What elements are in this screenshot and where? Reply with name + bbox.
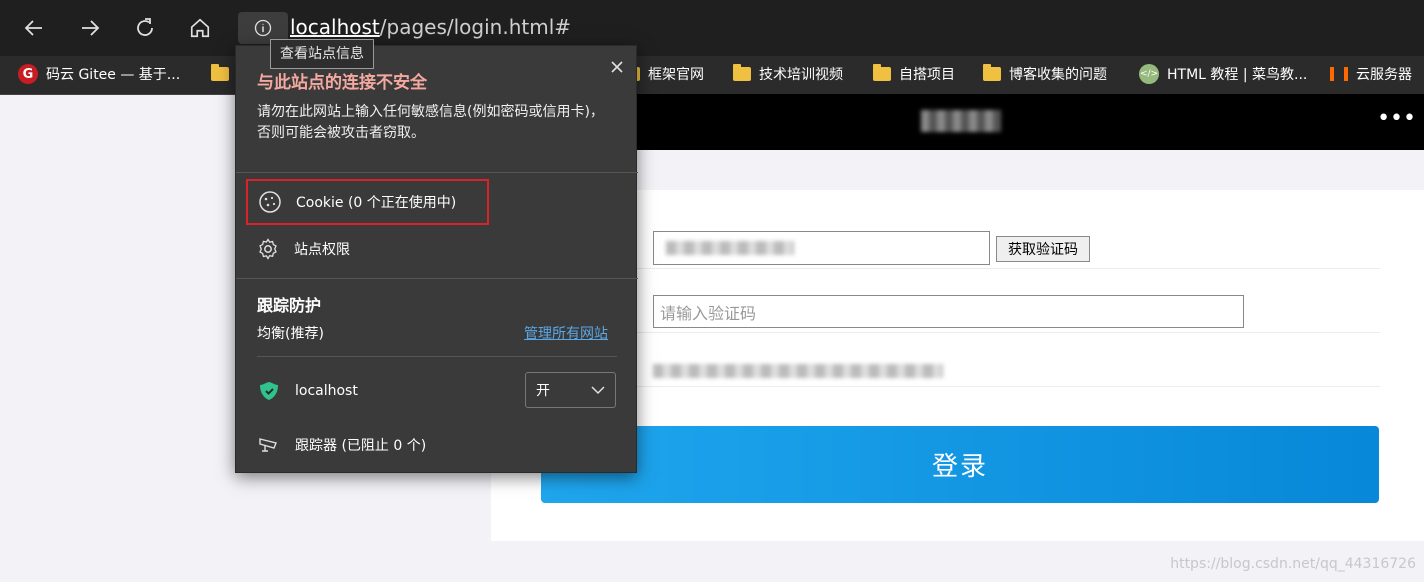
- divider: [236, 172, 638, 173]
- close-button[interactable]: [608, 58, 626, 76]
- trackers-label: 跟踪器 (已阻止 0 个): [295, 438, 427, 454]
- home-button[interactable]: [184, 12, 216, 44]
- url-path: /pages/login.html#: [379, 15, 572, 39]
- divider: [257, 356, 617, 357]
- site-name: localhost: [295, 383, 358, 399]
- divider: [236, 278, 638, 279]
- bookmark-label: 码云 Gitee — 基于...: [46, 67, 181, 83]
- bookmark-folder-blog[interactable]: 博客收集的问题: [983, 60, 1107, 88]
- site-permissions-item[interactable]: 站点权限: [246, 226, 489, 272]
- address-bar[interactable]: localhost/pages/login.html#: [290, 15, 571, 39]
- blurred-agreement-text: [653, 364, 943, 378]
- toggle-value: 开: [536, 383, 550, 399]
- aliyun-icon: [1330, 67, 1348, 81]
- folder-icon: [983, 64, 1001, 81]
- tracking-shield-icon: [260, 382, 278, 400]
- browser-toolbar: localhost/pages/login.html#: [0, 0, 1424, 56]
- divider: [631, 268, 1380, 269]
- site-row: localhost: [257, 376, 358, 406]
- url-host: localhost: [290, 15, 380, 39]
- code-placeholder: 请输入验证码: [660, 303, 757, 323]
- gitee-icon: G: [18, 64, 38, 84]
- back-arrow-icon: [24, 20, 42, 36]
- refresh-icon: [137, 18, 153, 36]
- permissions-label: 站点权限: [294, 242, 350, 258]
- cookie-label: Cookie (0 个正在使用中): [296, 195, 457, 211]
- security-camera-icon: [259, 438, 277, 452]
- site-info-tooltip: 查看站点信息: [270, 39, 374, 69]
- bookmark-label: 框架官网: [648, 67, 704, 83]
- back-button[interactable]: [18, 12, 50, 44]
- blurred-phone: [666, 241, 794, 255]
- folder-icon: [211, 64, 229, 81]
- forward-button[interactable]: [74, 12, 106, 44]
- chevron-down-icon: [591, 386, 605, 395]
- divider: [631, 332, 1380, 333]
- bookmark-folder-projects[interactable]: 自搭项目: [873, 60, 955, 88]
- cookie-icon: [259, 191, 281, 213]
- info-icon: [254, 19, 272, 37]
- watermark: https://blog.csdn.net/qq_44316726: [1170, 556, 1416, 572]
- folder-icon: [733, 64, 751, 81]
- bookmark-label: 技术培训视频: [759, 67, 843, 83]
- bookmark-gitee[interactable]: G 码云 Gitee — 基于...: [18, 60, 180, 88]
- tracking-level: 均衡(推荐): [257, 326, 324, 342]
- phone-input[interactable]: [653, 231, 990, 265]
- code-input[interactable]: 请输入验证码: [653, 295, 1244, 328]
- close-icon: [611, 61, 623, 73]
- divider: [631, 386, 1380, 387]
- bookmark-label: 博客收集的问题: [1009, 67, 1107, 83]
- bookmarks-bar: G 码云 Gitee — 基于... 框架官网 技术培训视频 自搭项目 博客收集…: [0, 56, 1424, 95]
- bookmark-label: 自搭项目: [899, 67, 955, 83]
- bookmark-label: 云服务器: [1356, 67, 1412, 83]
- cookie-item[interactable]: Cookie (0 个正在使用中): [246, 179, 489, 225]
- bookmark-runoob[interactable]: </> HTML 教程 | 菜鸟教...: [1139, 60, 1307, 88]
- runoob-icon: </>: [1139, 64, 1159, 84]
- blurred-header-title: [921, 110, 1001, 132]
- bookmark-folder-training[interactable]: 技术培训视频: [733, 60, 843, 88]
- refresh-button[interactable]: [129, 12, 161, 44]
- gear-icon: [259, 238, 277, 260]
- folder-icon: [873, 64, 891, 81]
- manage-sites-link[interactable]: 管理所有网站: [524, 323, 608, 343]
- more-options-icon[interactable]: •••: [1377, 106, 1416, 131]
- tracking-toggle-select[interactable]: 开: [525, 372, 616, 408]
- login-button[interactable]: 登录: [541, 426, 1379, 503]
- site-info-popup: 与此站点的连接不安全 请勿在此网站上输入任何敏感信息(例如密码或信用卡)，否则可…: [235, 45, 638, 473]
- bookmark-label: HTML 教程 | 菜鸟教...: [1167, 67, 1308, 83]
- get-code-button[interactable]: 获取验证码: [996, 236, 1090, 262]
- bookmark-aliyun[interactable]: 云服务器: [1330, 60, 1412, 88]
- bookmark-folder-hidden[interactable]: [211, 60, 229, 88]
- popup-description: 请勿在此网站上输入任何敏感信息(例如密码或信用卡)，否则可能会被攻击者窃取。: [257, 104, 604, 141]
- forward-arrow-icon: [82, 20, 100, 36]
- tracking-title: 跟踪防护: [257, 296, 322, 315]
- home-icon: [190, 18, 210, 38]
- popup-title: 与此站点的连接不安全: [257, 73, 427, 93]
- trackers-item[interactable]: 跟踪器 (已阻止 0 个): [257, 430, 426, 460]
